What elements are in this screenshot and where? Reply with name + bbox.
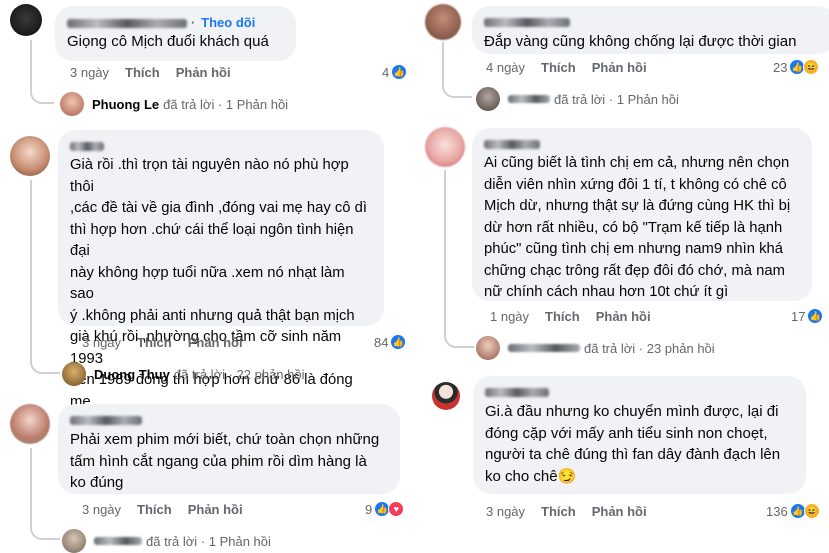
reply-button[interactable]: Phản hồi: [596, 309, 651, 324]
comment-bubble: Phải xem phim mới biết, chứ toàn chọn nh…: [58, 404, 400, 494]
commenter-name[interactable]: [484, 136, 800, 153]
comment-time[interactable]: 3 ngày: [70, 65, 109, 80]
avatar[interactable]: [425, 127, 465, 167]
like-button[interactable]: Thích: [137, 502, 172, 517]
replies-summary[interactable]: đã trả lời · 23 phản hồi: [476, 336, 715, 360]
reply-button[interactable]: Phản hồi: [176, 65, 231, 80]
reply-thread-line: [30, 448, 60, 540]
comment-bubble: Gi.à đầu nhưng ko chuyển mình được, lại …: [473, 376, 806, 494]
reply-thread-line: [30, 40, 54, 104]
like-button[interactable]: Thích: [541, 504, 576, 519]
comment-text: Phải xem phim mới biết, chứ toàn chọn nh…: [70, 431, 380, 491]
commenter-name[interactable]: [485, 384, 794, 401]
reply-count: · 23 phản hồi: [638, 340, 715, 356]
replies-summary[interactable]: Phuong Le đã trả lời · 1 Phản hồi: [60, 92, 288, 116]
avatar[interactable]: [425, 4, 461, 40]
reaction-number: 136: [766, 503, 788, 519]
like-button[interactable]: Thích: [541, 60, 576, 75]
haha-icon: 😆: [803, 503, 820, 519]
comment-time[interactable]: 3 ngày: [82, 335, 121, 350]
commenter-name[interactable]: [70, 412, 388, 429]
follow-button[interactable]: Theo dõi: [201, 15, 255, 30]
avatar[interactable]: [10, 136, 50, 176]
comment-actions: 4 ngày Thích Phản hồi: [486, 60, 663, 75]
panel-divider: [412, 0, 418, 553]
avatar: [62, 362, 86, 386]
like-button[interactable]: Thích: [545, 309, 580, 324]
replier-name: [508, 95, 550, 103]
commenter-name[interactable]: [70, 138, 372, 155]
comment-time[interactable]: 4 ngày: [486, 60, 525, 75]
reply-count: · 1 Phản hồi: [200, 533, 271, 549]
replies-summary[interactable]: Duong Thuy đã trả lời · 22 phản hồi: [62, 362, 305, 386]
reply-action: đã trả lời: [163, 96, 215, 112]
avatar: [476, 336, 500, 360]
replier-name: Duong Thuy: [94, 366, 170, 382]
reply-thread-line: [444, 170, 474, 348]
comment-text: Đắp vàng cũng không chống lại được thời …: [484, 33, 797, 50]
avatar[interactable]: [432, 382, 460, 410]
comment-time[interactable]: 3 ngày: [82, 502, 121, 517]
comment-text: Ai cũng biết là tình chị em cả, nhưng nê…: [484, 155, 791, 300]
reply-thread-line: [30, 180, 60, 374]
comment-actions: 3 ngày Thích Phản hồi: [486, 504, 663, 519]
avatar: [476, 87, 500, 111]
comment-text: Già rồi .thì trọn tài nguyên nào nó phù …: [70, 157, 367, 431]
reply-button[interactable]: Phản hồi: [592, 60, 647, 75]
reaction-number: 23: [773, 59, 788, 75]
reaction-count[interactable]: 9 👍 ♥: [365, 501, 405, 517]
replier-name: Phuong Le: [92, 96, 160, 112]
heart-icon: ♥: [388, 501, 405, 517]
comment-actions: 3 ngày Thích Phản hồi: [82, 335, 259, 350]
reply-thread-line: [442, 42, 472, 98]
reply-button[interactable]: Phản hồi: [188, 335, 243, 350]
comment-actions: 3 ngày Thích Phản hồi: [82, 502, 259, 517]
comment-bubble: Ai cũng biết là tình chị em cả, nhưng nê…: [472, 128, 812, 301]
reply-count: · 1 Phản hồi: [217, 96, 289, 112]
comment-actions: 3 ngày Thích Phản hồi: [70, 65, 247, 80]
like-button[interactable]: Thích: [125, 65, 160, 80]
like-icon: 👍: [391, 64, 408, 80]
replier-name: [94, 537, 142, 545]
comment-time[interactable]: 1 ngày: [490, 309, 529, 324]
avatar: [62, 529, 86, 553]
replier-name: [508, 344, 580, 352]
commenter-name[interactable]: · Theo dõi: [67, 14, 284, 31]
comment-text: Giọng cô Mịch đuổi khách quá: [67, 33, 269, 50]
reply-count: · 1 Phản hồi: [608, 91, 679, 107]
commenter-name[interactable]: [484, 14, 824, 31]
avatar[interactable]: [10, 404, 50, 444]
reply-action: đã trả lời: [146, 533, 198, 549]
comment-actions: 1 ngày Thích Phản hồi: [490, 309, 667, 324]
reaction-count[interactable]: 17 👍: [791, 308, 824, 324]
comment-bubble: Già rồi .thì trọn tài nguyên nào nó phù …: [58, 130, 384, 431]
reaction-count[interactable]: 136 👍 😆: [766, 503, 820, 519]
comment-bubble: Đắp vàng cũng không chống lại được thời …: [472, 6, 829, 54]
avatar[interactable]: [10, 4, 42, 36]
reply-action: đã trả lời: [554, 91, 606, 107]
replies-summary[interactable]: đã trả lời · 1 Phản hồi: [62, 529, 271, 553]
reaction-number: 17: [791, 308, 806, 324]
replies-summary[interactable]: đã trả lời · 1 Phản hồi: [476, 87, 679, 111]
haha-icon: 😆: [803, 59, 820, 75]
like-button[interactable]: Thích: [137, 335, 172, 350]
comment-bubble: · Theo dõi Giọng cô Mịch đuổi khách quá: [55, 6, 296, 61]
reaction-count[interactable]: 4 👍: [382, 64, 408, 80]
reaction-number: 4: [382, 64, 390, 80]
reaction-count[interactable]: 23 👍 😆: [773, 59, 820, 75]
comment-text: Gi.à đầu nhưng ko chuyển mình được, lại …: [485, 403, 781, 485]
reply-action: đã trả lời: [584, 340, 636, 356]
reaction-number: 9: [365, 501, 373, 517]
reply-count: · 22 phản hồi: [228, 366, 305, 382]
comment-time[interactable]: 3 ngày: [486, 504, 525, 519]
like-icon: 👍: [807, 308, 824, 324]
avatar: [60, 92, 84, 116]
reply-button[interactable]: Phản hồi: [188, 502, 243, 517]
reply-action: đã trả lời: [173, 366, 225, 382]
like-icon: 👍: [390, 334, 407, 350]
reaction-number: 84: [374, 334, 389, 350]
reaction-count[interactable]: 84 👍: [374, 334, 407, 350]
reply-button[interactable]: Phản hồi: [592, 504, 647, 519]
